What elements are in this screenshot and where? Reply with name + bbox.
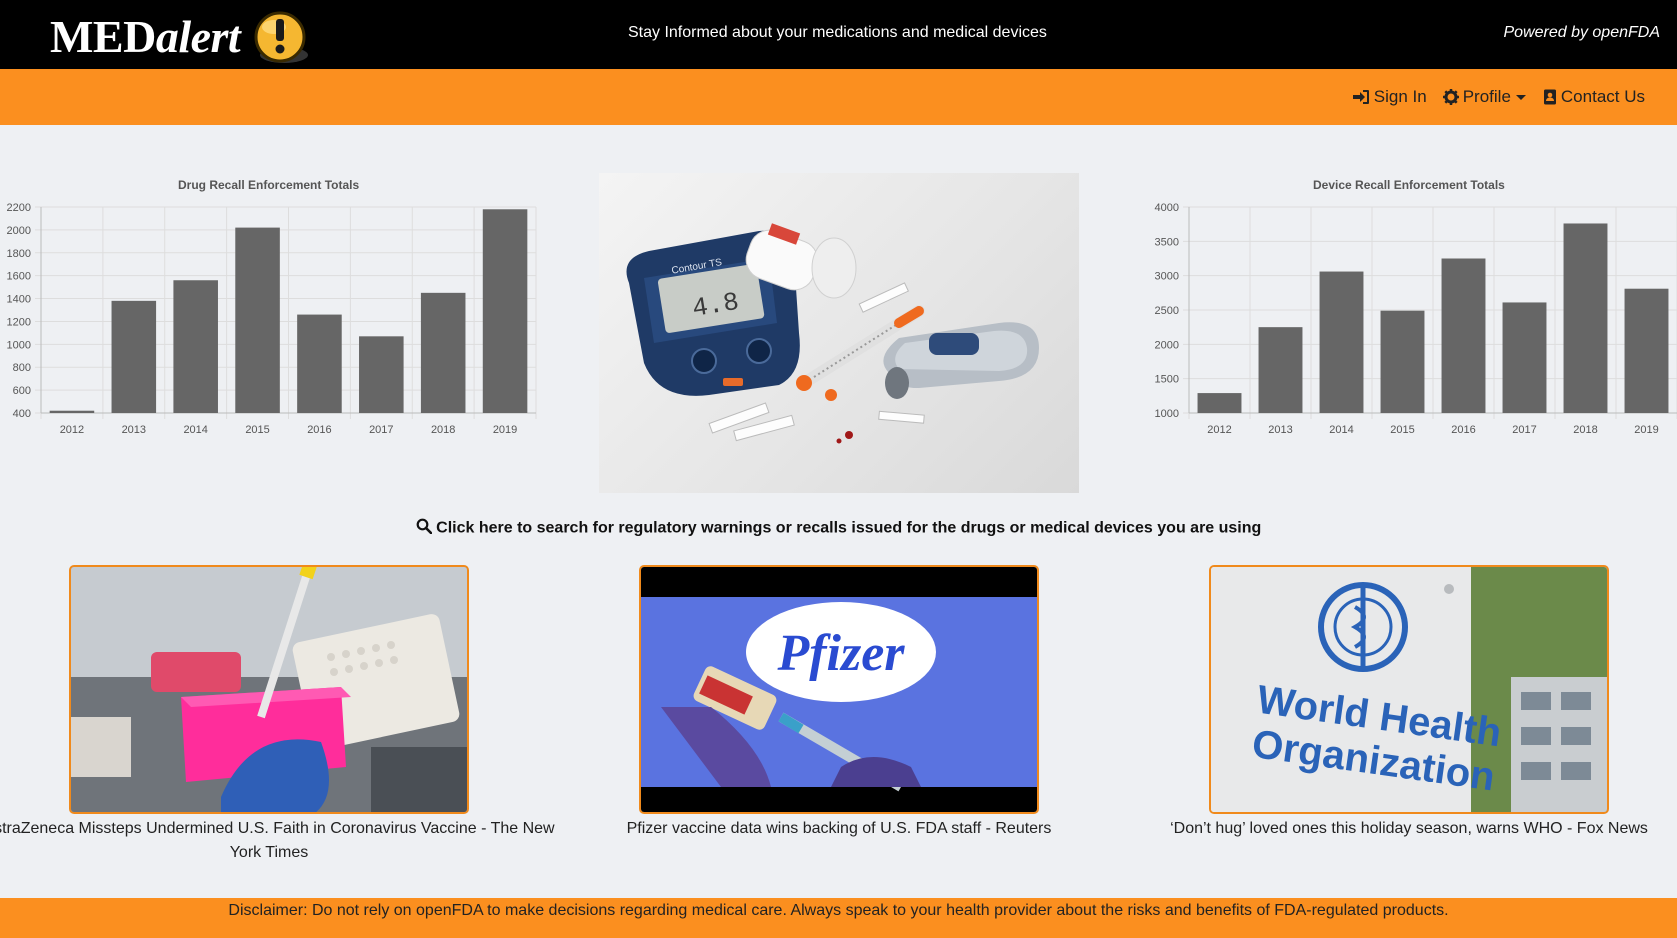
bar-2016[interactable] — [1441, 258, 1486, 414]
sign-in-icon — [1352, 89, 1370, 105]
news-caption[interactable]: Pfizer vaccine data wins backing of U.S.… — [539, 817, 1139, 841]
contact-us-link[interactable]: Contact Us — [1543, 87, 1645, 107]
search-icon — [416, 518, 436, 538]
disclaimer-text: Disclaimer: Do not rely on openFDA to ma… — [228, 902, 1449, 919]
x-tick-label: 2019 — [1634, 424, 1658, 436]
medalert-logo[interactable]: MEDalert — [50, 6, 312, 66]
contact-us-label: Contact Us — [1560, 87, 1645, 106]
sign-in-link[interactable]: Sign In — [1352, 87, 1427, 107]
y-tick-label: 2200 — [7, 202, 31, 214]
gear-icon — [1442, 89, 1459, 105]
bar-2014[interactable] — [173, 280, 218, 413]
y-tick-label: 800 — [13, 362, 31, 374]
caret-down-icon — [1515, 92, 1527, 102]
drug-recall-chart: Drug Recall Enforcement Totals 400 600 800… — [0, 178, 540, 438]
y-tick-label: 1000 — [1155, 408, 1179, 420]
x-tick-label: 2019 — [493, 424, 517, 436]
y-tick-label: 400 — [13, 408, 31, 420]
x-tick-label: 2018 — [1573, 424, 1597, 436]
bar-2017[interactable] — [359, 336, 404, 413]
news-image-pfizer-vaccine[interactable]: Pfizer — [639, 565, 1039, 814]
x-tick-label: 2016 — [1451, 424, 1475, 436]
top-header: MEDalert Stay Informed about your medica… — [0, 0, 1677, 69]
lancing-device — [883, 322, 1039, 399]
y-tick-label: 1000 — [7, 339, 31, 351]
news-card: World Health Organization ‘Don’t hug’ lo… — [1170, 565, 1648, 837]
nav-menu: Sign In Profile Contact Us — [1352, 87, 1645, 107]
device-chart-plot: 1000 1500 2000 2500 3000 3500 4000 2012 2013 2014… — [1155, 202, 1677, 436]
y-tick-label: 1500 — [1155, 374, 1179, 386]
bar-2018[interactable] — [1563, 223, 1608, 413]
news-caption[interactable]: AstraZeneca Missteps Undermined U.S. Fai… — [0, 817, 569, 865]
y-tick-label: 2500 — [1155, 305, 1179, 317]
profile-dropdown[interactable]: Profile — [1442, 87, 1527, 107]
y-tick-label: 2000 — [7, 225, 31, 237]
search-recalls-link[interactable]: Click here to search for regulatory warn… — [0, 518, 1677, 539]
news-image-lab-pipette[interactable] — [69, 565, 469, 814]
news-caption[interactable]: ‘Don’t hug’ loved ones this holiday seas… — [1109, 817, 1677, 841]
x-tick-label: 2015 — [1390, 424, 1414, 436]
x-tick-label: 2012 — [1207, 424, 1231, 436]
x-tick-label: 2017 — [1512, 424, 1536, 436]
x-tick-label: 2015 — [245, 424, 269, 436]
bar-2019[interactable] — [482, 209, 528, 413]
y-tick-label: 4000 — [1155, 202, 1179, 214]
bar-2013[interactable] — [1258, 327, 1303, 413]
bar-2019[interactable] — [1624, 288, 1669, 413]
contact-book-icon — [1543, 89, 1557, 105]
x-tick-label: 2014 — [183, 424, 207, 436]
bar-2014[interactable] — [1319, 271, 1364, 413]
device-recall-chart: Device Recall Enforcement Totals 1000 150… — [1137, 178, 1677, 438]
bar-2017[interactable] — [1502, 302, 1547, 413]
svg-text:Pfizer: Pfizer — [776, 625, 905, 682]
diabetes-supplies-image: 4.8 Contour TS — [599, 173, 1079, 493]
search-link-label: Click here to search for regulatory warn… — [436, 519, 1262, 537]
bar-2015[interactable] — [235, 227, 280, 413]
exclamation-warning-icon — [250, 9, 312, 63]
bar-2013[interactable] — [111, 300, 157, 413]
drug-chart-plot: 400 600 800 1000 1200 1400 1600 1800 2000 2200 201… — [7, 202, 537, 436]
bar-2012[interactable] — [49, 410, 95, 413]
news-card: Pfizer Pfizer vaccine data wins backing … — [627, 565, 1051, 837]
x-tick-label: 2012 — [60, 424, 84, 436]
news-card: AstraZeneca Missteps Undermined U.S. Fai… — [0, 565, 555, 861]
x-tick-label: 2017 — [369, 424, 393, 436]
logo-text: MEDalert — [50, 10, 241, 62]
news-image-who-sign[interactable]: World Health Organization — [1209, 565, 1609, 814]
bar-2016[interactable] — [297, 314, 342, 413]
y-tick-label: 1800 — [7, 248, 31, 260]
sign-in-label: Sign In — [1373, 87, 1427, 106]
nav-bar: Sign In Profile Contact Us — [0, 69, 1677, 125]
y-tick-label: 1600 — [7, 271, 31, 283]
x-tick-label: 2013 — [122, 424, 146, 436]
x-tick-label: 2016 — [307, 424, 331, 436]
bar-2018[interactable] — [420, 292, 466, 413]
y-tick-label: 3000 — [1155, 271, 1179, 283]
bar-2012[interactable] — [1197, 393, 1242, 413]
x-tick-label: 2018 — [431, 424, 455, 436]
footer-disclaimer-bar: Disclaimer: Do not rely on openFDA to ma… — [0, 898, 1677, 938]
x-tick-label: 2013 — [1268, 424, 1292, 436]
powered-by: Powered by openFDA — [1503, 24, 1660, 41]
bar-2015[interactable] — [1380, 310, 1425, 413]
y-tick-label: 1200 — [7, 316, 31, 328]
x-tick-label: 2014 — [1329, 424, 1353, 436]
tagline: Stay Informed about your medications and… — [628, 24, 1047, 41]
y-tick-label: 1400 — [7, 294, 31, 306]
profile-label: Profile — [1462, 87, 1511, 106]
y-tick-label: 2000 — [1155, 339, 1179, 351]
y-tick-label: 600 — [13, 385, 31, 397]
y-tick-label: 3500 — [1155, 236, 1179, 248]
